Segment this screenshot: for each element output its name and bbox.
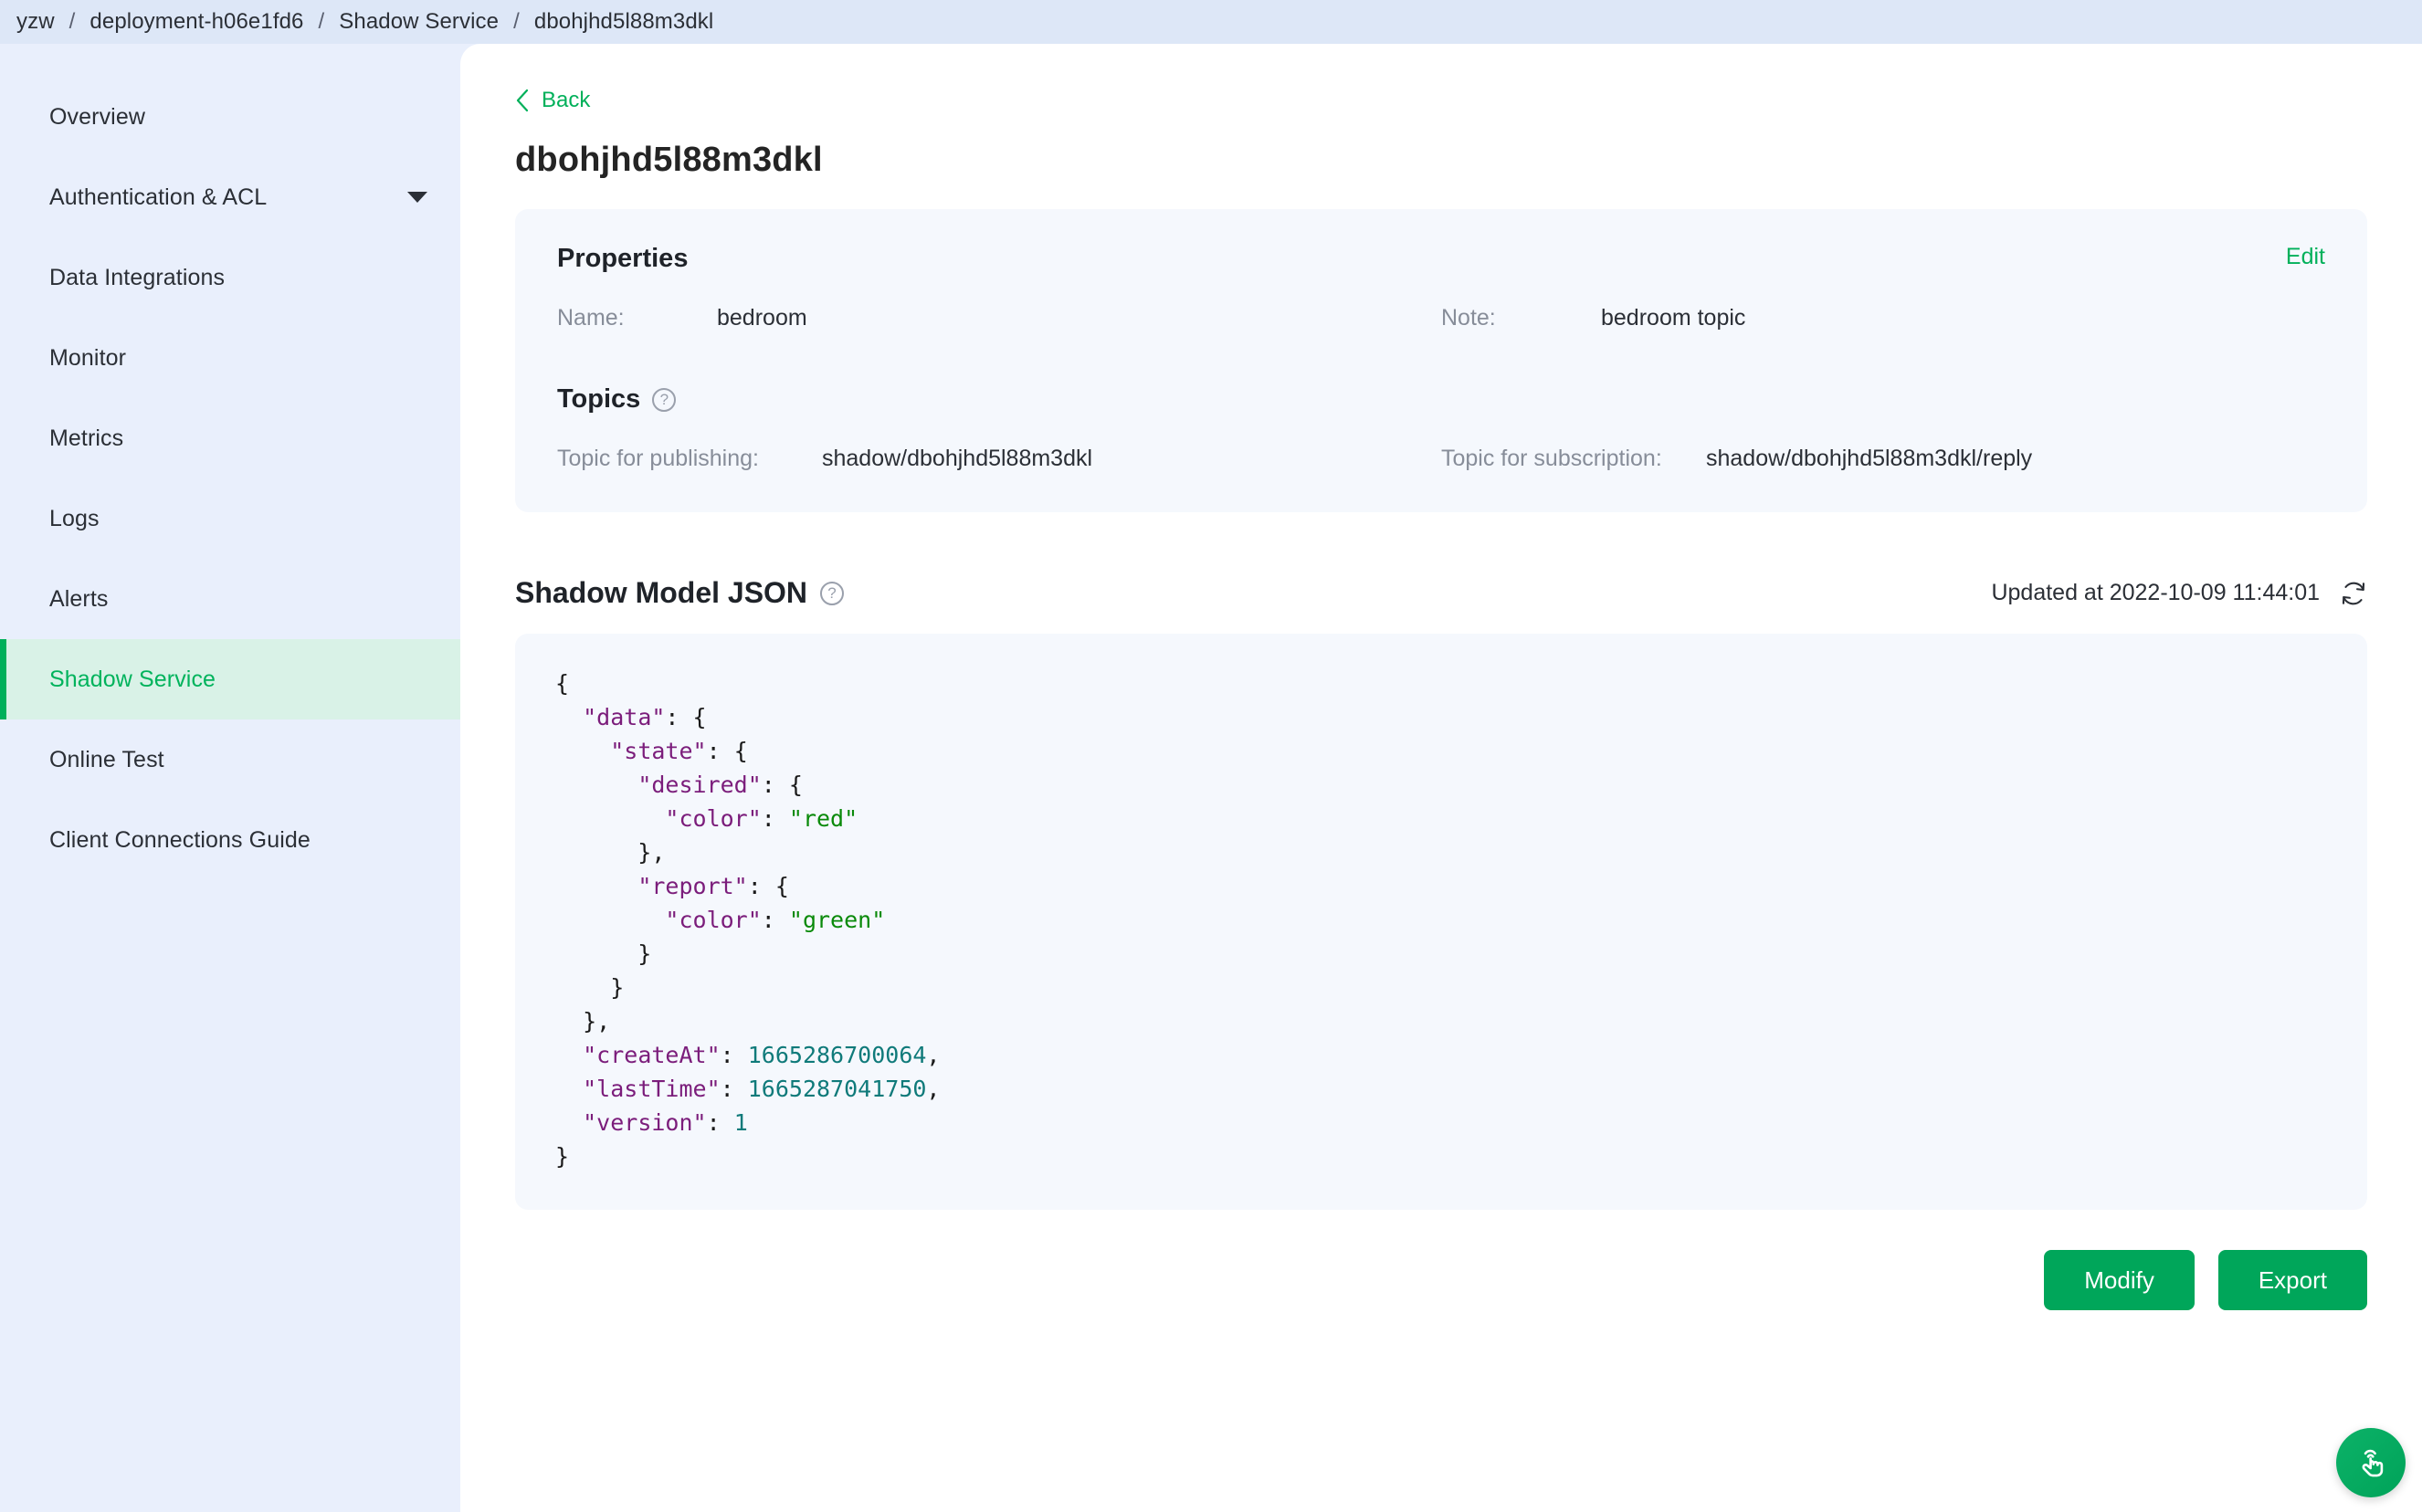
breadcrumb-item-2[interactable]: Shadow Service <box>339 9 499 35</box>
sidebar-item-label: Logs <box>49 506 100 532</box>
modify-button[interactable]: Modify <box>2044 1250 2195 1310</box>
help-icon[interactable]: ? <box>820 582 844 605</box>
publish-topic-value: shadow/dbohjhd5l88m3dkl <box>822 446 1092 472</box>
subscribe-topic-field: Topic for subscription: shadow/dbohjhd5l… <box>1441 446 2325 472</box>
topics-title-label: Topics <box>557 384 640 415</box>
note-value: bedroom topic <box>1601 305 1745 331</box>
breadcrumb-separator: / <box>55 9 90 35</box>
name-label: Name: <box>557 305 717 331</box>
help-icon[interactable]: ? <box>652 388 676 412</box>
refresh-icon[interactable] <box>2340 580 2367 607</box>
sidebar-item-label: Online Test <box>49 747 164 773</box>
chevron-down-icon <box>407 192 427 203</box>
sidebar-item-label: Data Integrations <box>49 265 225 291</box>
edit-button[interactable]: Edit <box>2286 244 2325 270</box>
properties-title: Properties <box>557 244 688 274</box>
sidebar-item-label: Client Connections Guide <box>49 827 311 854</box>
publish-topic-field: Topic for publishing: shadow/dbohjhd5l88… <box>557 446 1441 472</box>
shadow-model-title: Shadow Model JSON ? <box>515 576 844 610</box>
page-title: dbohjhd5l88m3dkl <box>515 141 2367 180</box>
properties-header: Properties Edit <box>557 244 2325 274</box>
tap-hand-icon <box>2352 1444 2390 1482</box>
sidebar-item-label: Alerts <box>49 586 109 613</box>
sidebar-item-overview[interactable]: Overview <box>0 77 460 157</box>
sidebar-item-alerts[interactable]: Alerts <box>0 559 460 639</box>
topics-title: Topics ? <box>557 384 2325 415</box>
sidebar-item-monitor[interactable]: Monitor <box>0 318 460 398</box>
sidebar-item-label: Authentication & ACL <box>49 184 267 211</box>
shadow-model-json-section: Shadow Model JSON ? Updated at 2022-10-0… <box>515 576 2367 1310</box>
sidebar-item-online-test[interactable]: Online Test <box>0 719 460 800</box>
shadow-model-header: Shadow Model JSON ? Updated at 2022-10-0… <box>515 576 2367 610</box>
subscribe-topic-label: Topic for subscription: <box>1441 446 1706 472</box>
sidebar-item-data-integrations[interactable]: Data Integrations <box>0 237 460 318</box>
name-value: bedroom <box>717 305 807 331</box>
sidebar-item-logs[interactable]: Logs <box>0 478 460 559</box>
breadcrumb: yzw / deployment-h06e1fd6 / Shadow Servi… <box>0 0 2422 44</box>
subscribe-topic-value: shadow/dbohjhd5l88m3dkl/reply <box>1706 446 2032 472</box>
main-content-panel: Back dbohjhd5l88m3dkl Properties Edit Na… <box>460 44 2422 1512</box>
footer-actions: Modify Export <box>515 1250 2367 1310</box>
note-label: Note: <box>1441 305 1601 331</box>
shadow-model-json-code: { "data": { "state": { "desired": { "col… <box>555 667 2327 1173</box>
sidebar-item-shadow-service[interactable]: Shadow Service <box>0 639 460 719</box>
properties-row: Name: bedroom Note: bedroom topic <box>557 305 2325 331</box>
note-field: Note: bedroom topic <box>1441 305 2325 331</box>
publish-topic-label: Topic for publishing: <box>557 446 822 472</box>
sidebar-item-label: Metrics <box>49 425 123 452</box>
sidebar-item-label: Monitor <box>49 345 126 372</box>
sidebar: Overview Authentication & ACL Data Integ… <box>0 44 460 1512</box>
topics-row: Topic for publishing: shadow/dbohjhd5l88… <box>557 446 2325 472</box>
back-button[interactable]: Back <box>515 88 590 113</box>
sidebar-item-label: Overview <box>49 104 145 131</box>
breadcrumb-separator: / <box>499 9 534 35</box>
sidebar-item-metrics[interactable]: Metrics <box>0 398 460 478</box>
page-shell: Overview Authentication & ACL Data Integ… <box>0 44 2422 1512</box>
shadow-model-meta: Updated at 2022-10-09 11:44:01 <box>1991 580 2367 607</box>
sidebar-item-client-connections-guide[interactable]: Client Connections Guide <box>0 800 460 880</box>
tap-hand-fab-button[interactable] <box>2336 1428 2406 1497</box>
sidebar-item-label: Shadow Service <box>49 667 216 693</box>
sidebar-item-authentication-acl[interactable]: Authentication & ACL <box>0 157 460 237</box>
back-label: Back <box>542 88 590 113</box>
json-viewer-card: { "data": { "state": { "desired": { "col… <box>515 634 2367 1210</box>
shadow-model-title-label: Shadow Model JSON <box>515 576 807 610</box>
breadcrumb-item-3[interactable]: dbohjhd5l88m3dkl <box>534 9 713 35</box>
export-button[interactable]: Export <box>2218 1250 2367 1310</box>
breadcrumb-separator: / <box>304 9 340 35</box>
properties-card: Properties Edit Name: bedroom Note: bedr… <box>515 209 2367 512</box>
name-field: Name: bedroom <box>557 305 1441 331</box>
breadcrumb-item-0[interactable]: yzw <box>16 9 55 35</box>
chevron-left-icon <box>515 89 530 112</box>
breadcrumb-item-1[interactable]: deployment-h06e1fd6 <box>90 9 303 35</box>
updated-at-text: Updated at 2022-10-09 11:44:01 <box>1991 580 2320 606</box>
